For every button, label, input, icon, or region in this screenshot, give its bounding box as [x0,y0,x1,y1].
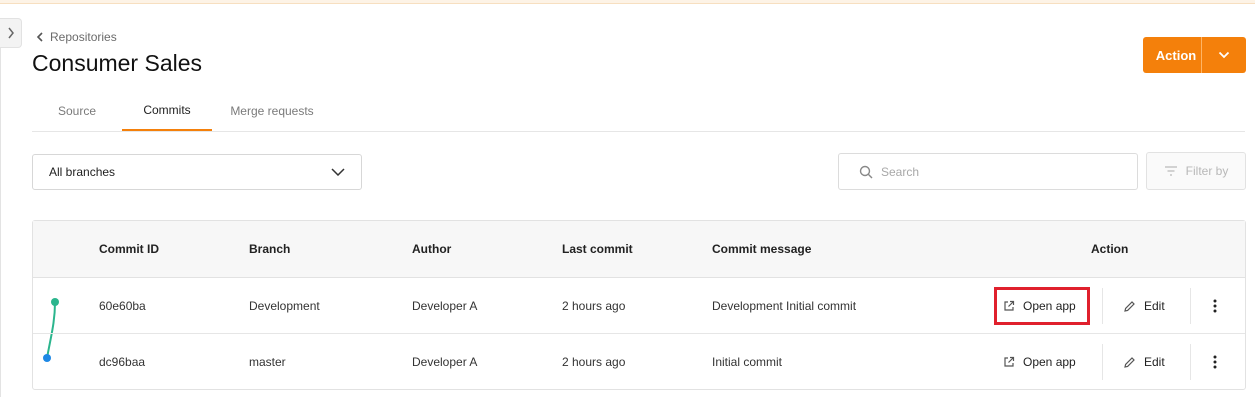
search-input[interactable] [881,164,1121,179]
tab-commits[interactable]: Commits [122,90,212,131]
edit-label: Edit [1144,299,1165,313]
open-app-button[interactable]: Open app [994,287,1090,325]
search-icon [859,165,873,178]
action-button-label: Action [1155,47,1197,63]
branch-select-value: All branches [49,165,116,179]
column-header-commit-message: Commit message [712,242,812,256]
filter-icon [1164,166,1177,176]
last-commit-time: 2 hours ago [562,355,626,369]
chevron-left-icon [36,32,43,42]
search-box[interactable] [838,153,1138,190]
column-header-commit-id: Commit ID [99,242,159,256]
action-divider [1190,288,1191,324]
kebab-menu-icon [1213,355,1217,369]
table-header: Commit ID Branch Author Last commit Comm… [33,221,1245,278]
branch-select[interactable]: All branches [32,154,362,190]
last-commit-time: 2 hours ago [562,298,626,313]
tab-source[interactable]: Source [32,90,122,131]
filter-button-label: Filter by [1185,164,1229,178]
chevron-down-icon [331,168,345,176]
author-name: Developer A [412,355,478,369]
page-title: Consumer Sales [32,50,203,76]
breadcrumb[interactable]: Repositories [36,29,117,45]
column-header-author: Author [412,242,452,256]
chevron-down-icon[interactable] [1202,51,1246,59]
edit-button[interactable]: Edit [1123,347,1165,377]
table-row[interactable]: dc96baa master Developer A 2 hours ago I… [33,334,1245,390]
open-app-label: Open app [1023,299,1076,313]
action-divider [1102,288,1103,324]
tab-merge-requests[interactable]: Merge requests [212,90,332,131]
column-header-action: Action [1091,242,1129,256]
more-options-button[interactable] [1205,291,1225,321]
action-dropdown-button[interactable]: Action [1143,37,1246,73]
breadcrumb-label: Repositories [50,30,117,44]
open-app-label: Open app [1023,355,1076,369]
branch-name: Development [249,298,320,313]
external-link-icon [1004,356,1015,367]
author-name: Developer A [412,298,478,313]
branch-name: master [249,355,286,369]
open-app-button[interactable]: Open app [997,347,1082,377]
edit-button[interactable]: Edit [1123,291,1165,321]
chevron-right-icon [7,27,14,39]
kebab-menu-icon [1213,299,1217,313]
commits-table: Commit ID Branch Author Last commit Comm… [32,220,1246,390]
filter-button[interactable]: Filter by [1146,152,1246,190]
commit-message: Development Initial commit [712,298,857,313]
external-link-icon [1004,300,1015,311]
table-row[interactable]: 60e60ba Development Developer A 2 hours … [33,278,1245,334]
action-divider [1102,344,1103,380]
sidebar-expand-button[interactable] [0,18,22,48]
tab-bar: Source Commits Merge requests [32,90,1245,132]
column-header-branch: Branch [249,242,291,256]
commit-id[interactable]: dc96baa [99,334,145,390]
pencil-icon [1124,300,1135,312]
pencil-icon [1124,356,1135,368]
sidebar-edge [0,48,1,397]
commit-id[interactable]: 60e60ba [99,278,146,333]
edit-label: Edit [1144,355,1165,369]
more-options-button[interactable] [1205,347,1225,377]
commit-message: Initial commit [712,355,783,369]
column-header-last-commit: Last commit [562,242,633,256]
top-border [0,0,1255,4]
action-divider [1190,344,1191,380]
